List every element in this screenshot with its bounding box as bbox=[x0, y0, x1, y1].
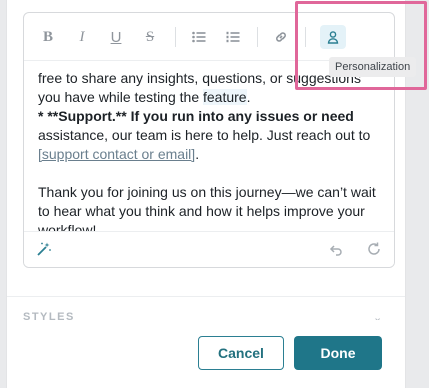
redo-button[interactable] bbox=[366, 241, 384, 259]
text-line: to hear what you think and how it helps … bbox=[38, 203, 365, 219]
bullet-list-icon bbox=[192, 31, 206, 43]
undo-icon bbox=[329, 245, 342, 256]
ai-assist-button[interactable] bbox=[36, 241, 54, 259]
numbered-list-button[interactable] bbox=[220, 25, 246, 49]
italic-button[interactable]: I bbox=[69, 25, 95, 49]
bullet-list-button[interactable] bbox=[186, 25, 212, 49]
editor-footer bbox=[24, 231, 394, 267]
link-button[interactable] bbox=[268, 25, 294, 49]
text-span: you have while testing the bbox=[38, 89, 203, 105]
editor-content[interactable]: free to share any insights, questions, o… bbox=[38, 69, 386, 240]
dialog-footer: Cancel Done bbox=[7, 320, 405, 388]
link-icon bbox=[276, 32, 286, 42]
redo-icon bbox=[368, 242, 380, 255]
styles-section-header[interactable]: STYLES ⌄ bbox=[7, 296, 405, 321]
underline-button[interactable]: U bbox=[103, 25, 129, 49]
text-line: you have while testing the feature. bbox=[38, 88, 386, 107]
bold-button[interactable]: B bbox=[35, 25, 61, 49]
text-span: . bbox=[246, 89, 251, 105]
support-bullet: * **Support.** If you run into any issue… bbox=[38, 107, 386, 126]
toolbar-divider bbox=[257, 27, 258, 47]
personalization-tooltip: Personalization bbox=[329, 57, 417, 77]
highlighted-word: feature bbox=[203, 89, 247, 105]
text-line: assistance, our team is here to help. Ju… bbox=[38, 127, 371, 143]
undo-button[interactable] bbox=[328, 241, 346, 259]
text-line: [support contact or email]. bbox=[38, 145, 386, 164]
text-line: Thank you for joining us on this journey… bbox=[38, 184, 376, 200]
magic-wand-icon bbox=[37, 242, 51, 256]
strikethrough-button[interactable]: S bbox=[137, 25, 163, 49]
cancel-button[interactable]: Cancel bbox=[198, 336, 284, 370]
text-span: . bbox=[195, 146, 200, 162]
toolbar-divider bbox=[175, 27, 176, 47]
done-button[interactable]: Done bbox=[294, 336, 382, 370]
numbered-list-icon bbox=[226, 31, 240, 43]
text-span: * **Support.** If you run into any issue… bbox=[38, 108, 354, 124]
support-contact-link[interactable]: [support contact or email] bbox=[38, 146, 195, 162]
